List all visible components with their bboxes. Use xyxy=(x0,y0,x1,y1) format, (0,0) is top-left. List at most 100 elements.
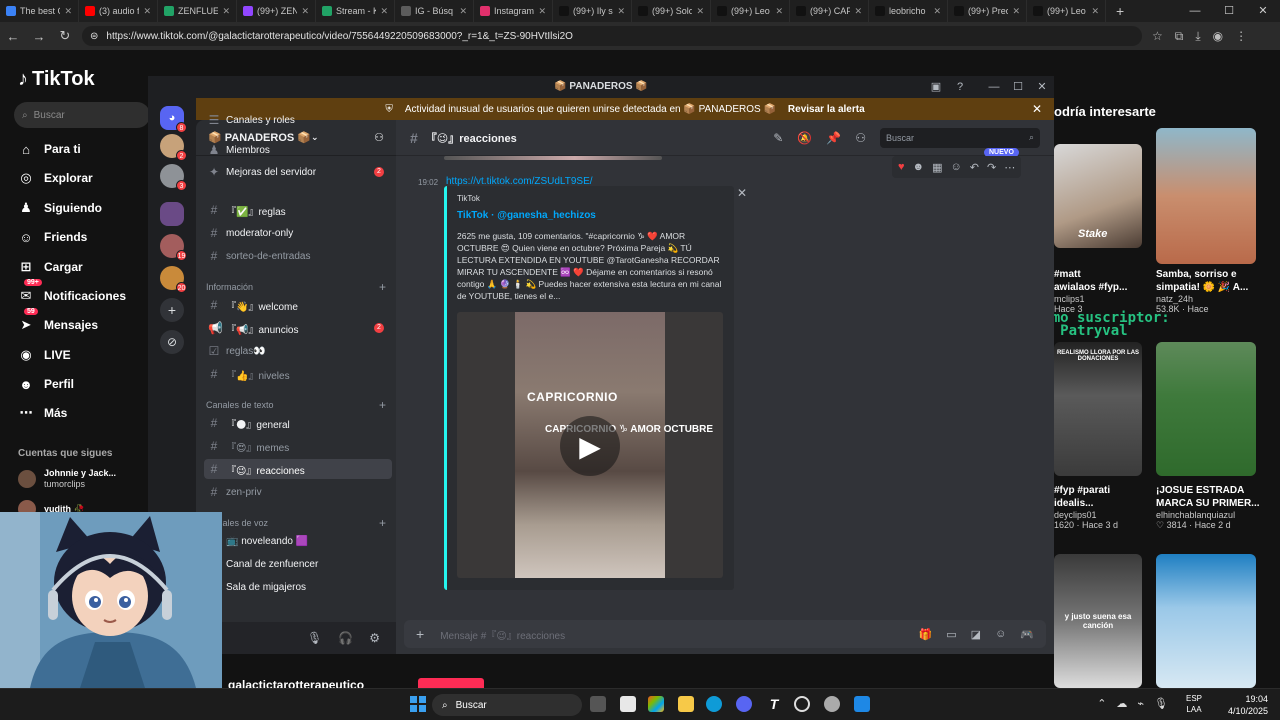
add-attachment-icon[interactable]: + xyxy=(416,626,424,642)
video-card-info[interactable]: ¡JOSUE ESTRADA MARCA SU PRIMER... elhinc… xyxy=(1156,484,1276,531)
reply-icon[interactable]: ↶ xyxy=(970,161,979,174)
threads-icon[interactable]: ✎ xyxy=(773,131,783,145)
tiktok-nav-item[interactable]: ♟ Siguiendo xyxy=(18,197,102,219)
maximize-icon[interactable]: ☐ xyxy=(1006,76,1030,98)
channel-item[interactable]: # 『👋』welcome xyxy=(204,295,392,315)
browser-tab[interactable]: Stream - K ✕ xyxy=(316,0,395,22)
embed-video[interactable]: CAPRICORNIO CAPRICORNIO ♑ AMOR OCTUBRE ▶ xyxy=(457,312,723,578)
new-tab-icon[interactable]: + xyxy=(1106,3,1134,19)
add-reaction-icon[interactable]: ☺ xyxy=(951,161,962,173)
reload-icon[interactable]: ↻ xyxy=(52,28,78,44)
media-player-icon[interactable] xyxy=(794,696,810,712)
close-icon[interactable]: ✕ xyxy=(1246,0,1280,22)
task-view-icon[interactable] xyxy=(590,696,606,712)
close-tab-icon[interactable]: ✕ xyxy=(64,6,72,17)
close-tab-icon[interactable]: ✕ xyxy=(854,6,862,17)
taskbar-clock[interactable]: 19:04 4/10/2025 xyxy=(1228,693,1268,717)
more-icon[interactable]: ⋯ xyxy=(1004,161,1015,174)
tiktok-nav-item[interactable]: ◉ LIVE xyxy=(18,344,70,366)
browser-tab[interactable]: Instagram ✕ xyxy=(474,0,553,22)
minimize-icon[interactable]: — xyxy=(1178,0,1212,22)
tiktok-nav-item[interactable]: ☺ Friends xyxy=(18,226,87,248)
channel-category[interactable]: Canales de voz + xyxy=(206,516,386,530)
gift-icon[interactable]: 🎁 xyxy=(919,628,933,641)
channel-item[interactable]: # 『😍』memes xyxy=(204,436,392,456)
tiktok-nav-item[interactable]: ◎ Explorar xyxy=(18,167,92,189)
review-alert-button[interactable]: Revisar la alerta xyxy=(788,104,865,115)
video-thumbnail[interactable]: REALISMO LLORA POR LAS DONACIONES xyxy=(1054,342,1142,476)
inbox-icon[interactable]: ▣ xyxy=(924,76,948,98)
headphones-icon[interactable]: 🎧 xyxy=(338,631,353,645)
back-icon[interactable]: ← xyxy=(0,29,26,44)
tiktok-nav-item[interactable]: ☻ Perfil xyxy=(18,373,74,395)
chevron-up-icon[interactable]: ⌃ xyxy=(1097,697,1106,710)
embed-title[interactable]: TikTok · @ganesha_hechizos xyxy=(457,210,596,221)
close-icon[interactable]: ✕ xyxy=(1030,76,1054,98)
browser-tab[interactable]: ZENFLUEN✕ xyxy=(158,0,237,22)
browser-tab[interactable]: (99+) Leo ✕ xyxy=(711,0,790,22)
browser-tab[interactable]: (3) audio f ✕ xyxy=(79,0,158,22)
app-icon[interactable] xyxy=(620,696,636,712)
add-server-icon[interactable]: + xyxy=(160,298,184,322)
extensions-icon[interactable]: ⧉ xyxy=(1175,29,1184,44)
follow-button[interactable] xyxy=(418,678,484,688)
channel-item[interactable]: # moderator-only xyxy=(204,223,392,243)
download-icon[interactable]: ⤓ xyxy=(1195,29,1200,44)
taskbar-search[interactable]: ⌕ Buscar xyxy=(432,694,582,716)
reaction-icon[interactable]: ▦ xyxy=(932,161,942,174)
add-channel-icon[interactable]: + xyxy=(379,280,386,294)
channel-item[interactable]: # zen-priv xyxy=(204,482,392,502)
channel-category[interactable]: Información + xyxy=(206,280,386,294)
browser-tab[interactable]: (99+) CAPI ✕ xyxy=(790,0,869,22)
tiktok-nav-item[interactable]: ⋯ Más xyxy=(18,402,68,424)
emoji-icon[interactable]: ☺ xyxy=(995,628,1006,641)
language-indicator[interactable]: ESP LAA xyxy=(1186,693,1202,715)
close-tab-icon[interactable]: ✕ xyxy=(380,6,388,17)
channel-category[interactable]: Canales de texto + xyxy=(206,398,386,412)
video-thumbnail[interactable]: y justo suena esa canción xyxy=(1054,554,1142,688)
close-tab-icon[interactable]: ✕ xyxy=(696,6,704,17)
following-item[interactable]: Johnnie y Jack... tumorclips xyxy=(18,468,116,490)
video-card-info[interactable]: Samba, sorriso e simpatia! 🌼 🎉 A... natz… xyxy=(1156,268,1266,314)
browser-tab[interactable]: (99+) ZENF ✕ xyxy=(237,0,316,22)
add-channel-icon[interactable]: + xyxy=(379,516,386,530)
video-thumbnail[interactable] xyxy=(1156,554,1256,688)
file-explorer-icon[interactable] xyxy=(678,696,694,712)
close-tab-icon[interactable]: ✕ xyxy=(301,6,309,17)
microphone-icon[interactable]: 🎙 xyxy=(1154,697,1168,710)
close-tab-icon[interactable]: ✕ xyxy=(933,6,941,17)
close-tab-icon[interactable]: ✕ xyxy=(775,6,783,17)
heart-reaction-icon[interactable]: ♥ xyxy=(898,161,905,173)
close-tab-icon[interactable]: ✕ xyxy=(143,6,151,17)
video-card-info[interactable]: #fyp #parati idealis... deyclips01 1620 … xyxy=(1054,484,1154,530)
usb-icon[interactable]: ⌁ xyxy=(1137,697,1144,710)
video-thumbnail[interactable]: Stake xyxy=(1054,144,1142,248)
search-input[interactable]: Buscar ⌕ xyxy=(880,127,1040,148)
channel-item[interactable]: # 『✅』reglas xyxy=(204,200,392,220)
address-bar[interactable]: ⊜ https://www.tiktok.com/@galactictarott… xyxy=(82,26,1142,46)
browser-tab[interactable]: (99+) Solo ✕ xyxy=(632,0,711,22)
discover-icon[interactable]: ⊘ xyxy=(160,330,184,354)
sticker-icon[interactable]: ◪ xyxy=(971,628,981,641)
browser-tab[interactable]: (99+) Pred ✕ xyxy=(948,0,1027,22)
tiktok-nav-item[interactable]: ✉ Notificaciones 99+ xyxy=(18,279,126,307)
forward-icon[interactable]: ↷ xyxy=(987,161,996,174)
channel-item[interactable]: # 『😉』reacciones xyxy=(204,459,392,479)
video-card-info[interactable]: #matt awialaos #fyp... mclips1 Hace 3 xyxy=(1054,268,1154,314)
tiktok-nav-item[interactable]: ⊞ Cargar xyxy=(18,256,83,278)
emoji-reaction-icon[interactable]: ☻ xyxy=(913,161,925,173)
close-icon[interactable]: ✕ xyxy=(1032,102,1042,116)
channel-item[interactable]: 🔊📺 noveleando 🟪 xyxy=(204,531,392,551)
microphone-icon[interactable]: 🎙 xyxy=(307,631,322,645)
browser-tab[interactable]: IG - Búsq ✕ xyxy=(395,0,474,22)
browser-tab[interactable]: (99+) Ily s ✕ xyxy=(553,0,632,22)
video-thumbnail[interactable] xyxy=(1156,128,1256,264)
member-list-icon[interactable]: ⚇ xyxy=(855,131,866,145)
gear-icon[interactable]: ⚙ xyxy=(369,631,380,645)
close-tab-icon[interactable]: ✕ xyxy=(538,6,546,17)
close-tab-icon[interactable]: ✕ xyxy=(459,6,467,17)
channel-item[interactable]: ☰ Canales y roles xyxy=(204,110,392,130)
play-button[interactable]: ▶ xyxy=(560,416,620,476)
forward-icon[interactable]: → xyxy=(26,29,52,44)
channel-item[interactable]: 🔊Sala de migajeros xyxy=(204,577,392,597)
